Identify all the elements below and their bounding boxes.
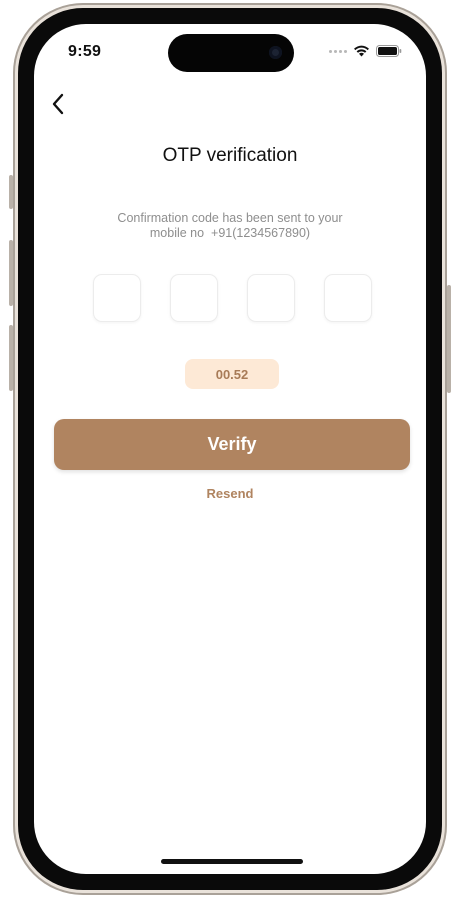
otp-digit-3[interactable]	[247, 274, 295, 322]
signal-dots-icon	[329, 49, 347, 53]
status-icons	[329, 45, 402, 57]
verify-button[interactable]: Verify	[54, 419, 410, 470]
back-button[interactable]	[46, 92, 70, 116]
phone-bezel: 9:59 OTP verification Confirmation code …	[18, 8, 442, 890]
wifi-icon	[354, 45, 369, 57]
confirmation-message: Confirmation code has been sent to your …	[74, 211, 386, 241]
chevron-left-icon	[52, 93, 64, 115]
dynamic-island	[168, 34, 294, 72]
otp-digit-1[interactable]	[93, 274, 141, 322]
otp-digit-2[interactable]	[170, 274, 218, 322]
camera-icon	[269, 46, 282, 59]
home-indicator[interactable]	[161, 859, 303, 864]
countdown-timer: 00.52	[185, 359, 279, 389]
phone-frame: 9:59 OTP verification Confirmation code …	[13, 3, 447, 895]
confirmation-message-line-1: Confirmation code has been sent to your	[117, 211, 343, 225]
otp-input-group	[93, 274, 372, 322]
page-title: OTP verification	[162, 145, 298, 166]
phone-screen: 9:59 OTP verification Confirmation code …	[34, 24, 426, 874]
power-button	[447, 285, 451, 393]
confirmation-message-line-2: mobile no +91(1234567890)	[149, 226, 311, 240]
device-stage: 9:59 OTP verification Confirmation code …	[0, 0, 460, 900]
battery-icon	[376, 45, 402, 57]
status-time: 9:59	[68, 43, 102, 60]
resend-link[interactable]: Resend	[34, 486, 426, 501]
otp-digit-4[interactable]	[324, 274, 372, 322]
